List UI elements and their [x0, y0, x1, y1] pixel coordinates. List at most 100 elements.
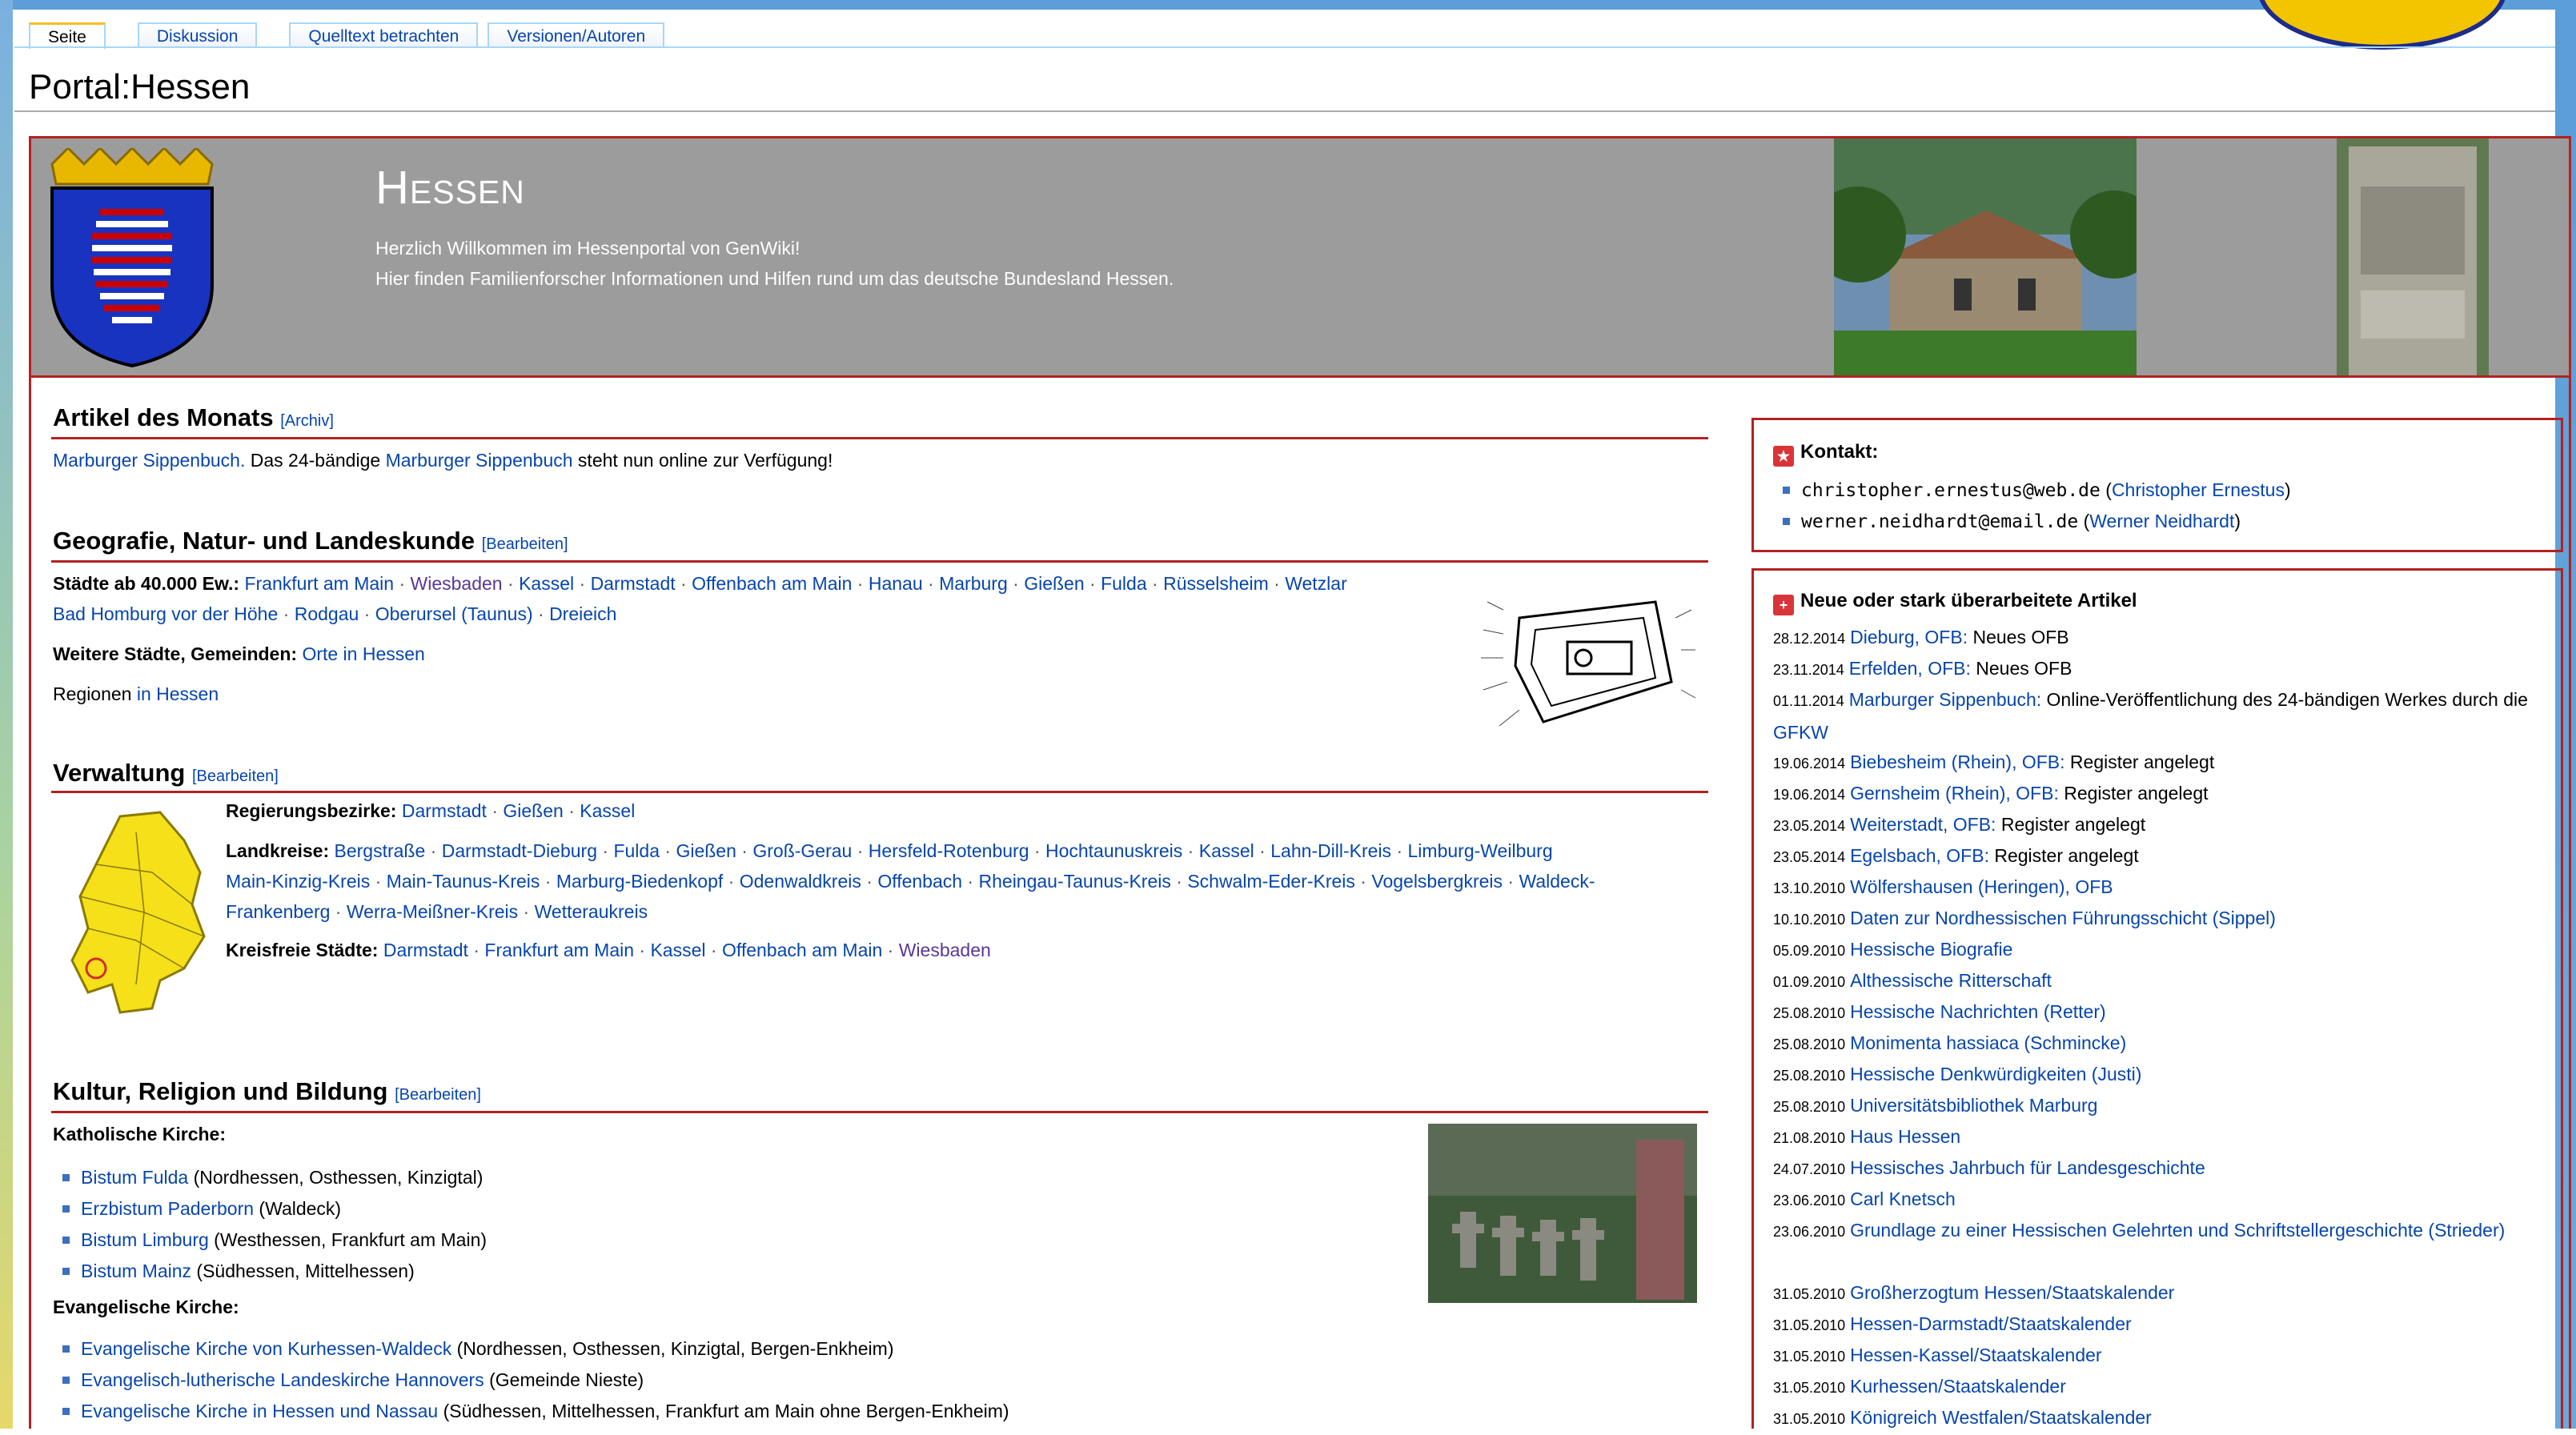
place-link[interactable]: Gießen	[1024, 573, 1084, 594]
place-link[interactable]: Marburg-Biedenkopf	[556, 871, 723, 892]
castle-plan-image[interactable]	[1471, 570, 1697, 749]
place-link[interactable]: Wiesbaden	[411, 573, 503, 594]
marburger-sippenbuch-link[interactable]: Marburger Sippenbuch.	[53, 450, 245, 471]
news-link[interactable]: Hessische Biografie	[1850, 939, 2012, 960]
cemetery-photo[interactable]	[1428, 1124, 1697, 1303]
kultur-edit-link[interactable]: [Bearbeiten]	[395, 1086, 481, 1104]
news-link[interactable]: Universitätsbibliothek Marburg	[1850, 1095, 2097, 1116]
place-link[interactable]: Wetteraukreis	[535, 901, 648, 922]
place-link[interactable]: Darmstadt-Dieburg	[442, 840, 597, 861]
verwaltung-edit-link[interactable]: [Bearbeiten]	[192, 768, 279, 785]
church-link[interactable]: Bistum Mainz	[81, 1261, 191, 1281]
news-link[interactable]: Wölfershausen (Heringen), OFB	[1850, 876, 2113, 897]
gravestone-photo[interactable]	[2337, 138, 2489, 377]
place-link[interactable]: Vogelsbergkreis	[1371, 871, 1503, 892]
place-link[interactable]: Hochtaunuskreis	[1045, 840, 1182, 861]
hessen-map-image[interactable]	[64, 808, 216, 1016]
news-link[interactable]: Grundlage zu einer Hessischen Gelehrten …	[1850, 1220, 2505, 1241]
news-link[interactable]: Hessische Nachrichten (Retter)	[1850, 1001, 2106, 1022]
place-link[interactable]: Waldeck-	[1519, 871, 1595, 892]
church-link[interactable]: Evangelisch-lutherische Landeskirche Han…	[81, 1369, 484, 1390]
place-link[interactable]: Offenbach	[877, 871, 962, 892]
place-link[interactable]: Werra-Meißner-Kreis	[347, 901, 518, 922]
place-link[interactable]: Gießen	[676, 840, 736, 861]
place-link[interactable]: Rodgau	[295, 603, 359, 624]
place-link[interactable]: Gießen	[503, 800, 563, 821]
tab-seite[interactable]: Seite	[29, 22, 106, 49]
kontakt-name-link[interactable]: Christopher Ernestus	[2112, 479, 2285, 500]
place-link[interactable]: Wiesbaden	[899, 940, 991, 960]
church-link[interactable]: Evangelische Kirche in Hessen und Nassau	[81, 1401, 438, 1421]
place-link[interactable]: Bergstraße	[335, 840, 426, 861]
place-link[interactable]: Main-Kinzig-Kreis	[226, 871, 370, 892]
news-link[interactable]: Königreich Westfalen/Staatskalender	[1850, 1407, 2152, 1428]
news-link[interactable]: Monimenta hassiaca (Schmincke)	[1850, 1032, 2126, 1053]
hessen-coat-of-arms[interactable]	[44, 148, 220, 369]
regionen-link[interactable]: in Hessen	[137, 683, 219, 704]
place-link[interactable]: Frankfurt am Main	[484, 940, 634, 960]
church-link[interactable]: Bistum Limburg	[81, 1229, 209, 1250]
kontakt-name-link[interactable]: Werner Neidhardt	[2089, 511, 2234, 531]
geografie-edit-link[interactable]: [Bearbeiten]	[482, 535, 568, 553]
tab-diskussion[interactable]: Diskussion	[137, 22, 258, 48]
news-link[interactable]: Dieburg, OFB:	[1850, 627, 1968, 647]
news-link[interactable]: Erfelden, OFB:	[1849, 658, 1971, 679]
place-link[interactable]: Darmstadt	[383, 940, 468, 960]
place-link[interactable]: Limburg-Weilburg	[1408, 840, 1553, 861]
church-link[interactable]: Bistum Fulda	[81, 1167, 188, 1188]
church-link[interactable]: Erzbistum Paderborn	[81, 1198, 254, 1219]
place-link[interactable]: Fulda	[613, 840, 660, 861]
place-link[interactable]: Bad Homburg vor der Höhe	[53, 603, 278, 624]
place-link[interactable]: Dreieich	[549, 603, 616, 624]
news-link[interactable]: Haus Hessen	[1850, 1126, 1960, 1147]
separator: ·	[736, 840, 753, 861]
news-link[interactable]: Hessische Denkwürdigkeiten (Justi)	[1850, 1064, 2141, 1084]
news-link[interactable]: Weiterstadt, OFB:	[1850, 814, 1996, 835]
place-link[interactable]: Darmstadt	[402, 800, 487, 821]
news-link[interactable]: Gernsheim (Rhein), OFB:	[1850, 783, 2059, 804]
separator: ·	[502, 573, 520, 594]
place-link[interactable]: Rheingau-Taunus-Kreis	[979, 871, 1171, 892]
place-link[interactable]: Kassel	[650, 940, 705, 960]
place-link[interactable]: Rüsselsheim	[1163, 573, 1269, 594]
place-link[interactable]: Hersfeld-Rotenburg	[869, 840, 1029, 861]
tab-quelltext[interactable]: Quelltext betrachten	[289, 22, 479, 48]
site-logo[interactable]	[2257, 0, 2507, 50]
news-link[interactable]: Kurhessen/Staatskalender	[1850, 1376, 2066, 1397]
place-link[interactable]: Wetzlar	[1285, 573, 1347, 594]
place-link[interactable]: Schwalm-Eder-Kreis	[1187, 871, 1355, 892]
news-link[interactable]: Althessische Ritterschaft	[1850, 970, 2052, 991]
place-link[interactable]: Frankenberg	[226, 901, 330, 922]
news-link[interactable]: Hessen-Kassel/Staatskalender	[1850, 1345, 2102, 1365]
place-link[interactable]: Oberursel (Taunus)	[375, 603, 533, 624]
place-link[interactable]: Hanau	[869, 573, 923, 594]
place-link[interactable]: Lahn-Dill-Kreis	[1270, 840, 1391, 861]
tab-versionen[interactable]: Versionen/Autoren	[488, 22, 665, 48]
place-link[interactable]: Marburg	[939, 573, 1008, 594]
place-link[interactable]: Offenbach am Main	[692, 573, 852, 594]
place-link[interactable]: Fulda	[1101, 573, 1147, 594]
news-link[interactable]: Großherzogtum Hessen/Staatskalender	[1850, 1282, 2174, 1303]
place-link[interactable]: Frankfurt am Main	[244, 573, 394, 594]
news-link[interactable]: Egelsbach, OFB:	[1850, 845, 1989, 866]
news-link[interactable]: Daten zur Nordhessischen Führungsschicht…	[1850, 908, 2276, 928]
place-link[interactable]: Odenwaldkreis	[740, 871, 861, 892]
news-link[interactable]: Hessisches Jahrbuch für Landesgeschichte	[1850, 1157, 2205, 1178]
place-link[interactable]: Offenbach am Main	[722, 940, 882, 960]
church-link[interactable]: Evangelische Kirche von Kurhessen-Waldec…	[81, 1338, 451, 1359]
place-link[interactable]: Kassel	[580, 800, 635, 821]
archiv-link[interactable]: [Archiv]	[280, 412, 334, 430]
place-link[interactable]: Darmstadt	[591, 573, 676, 594]
place-link[interactable]: Kassel	[519, 573, 574, 594]
news-link-2[interactable]: GFKW	[1773, 722, 1828, 743]
news-link[interactable]: Biebesheim (Rhein), OFB:	[1850, 752, 2064, 772]
church-photo[interactable]	[1834, 138, 2137, 377]
place-link[interactable]: Kassel	[1199, 840, 1254, 861]
news-link[interactable]: Hessen-Darmstadt/Staatskalender	[1850, 1313, 2132, 1334]
place-link[interactable]: Groß-Gerau	[752, 840, 852, 861]
marburger-sippenbuch-link-2[interactable]: Marburger Sippenbuch	[386, 450, 573, 471]
news-link[interactable]: Marburger Sippenbuch:	[1849, 689, 2041, 710]
orte-in-hessen-link[interactable]: Orte in Hessen	[302, 643, 424, 664]
place-link[interactable]: Main-Taunus-Kreis	[387, 871, 540, 892]
news-link[interactable]: Carl Knetsch	[1850, 1188, 1956, 1209]
